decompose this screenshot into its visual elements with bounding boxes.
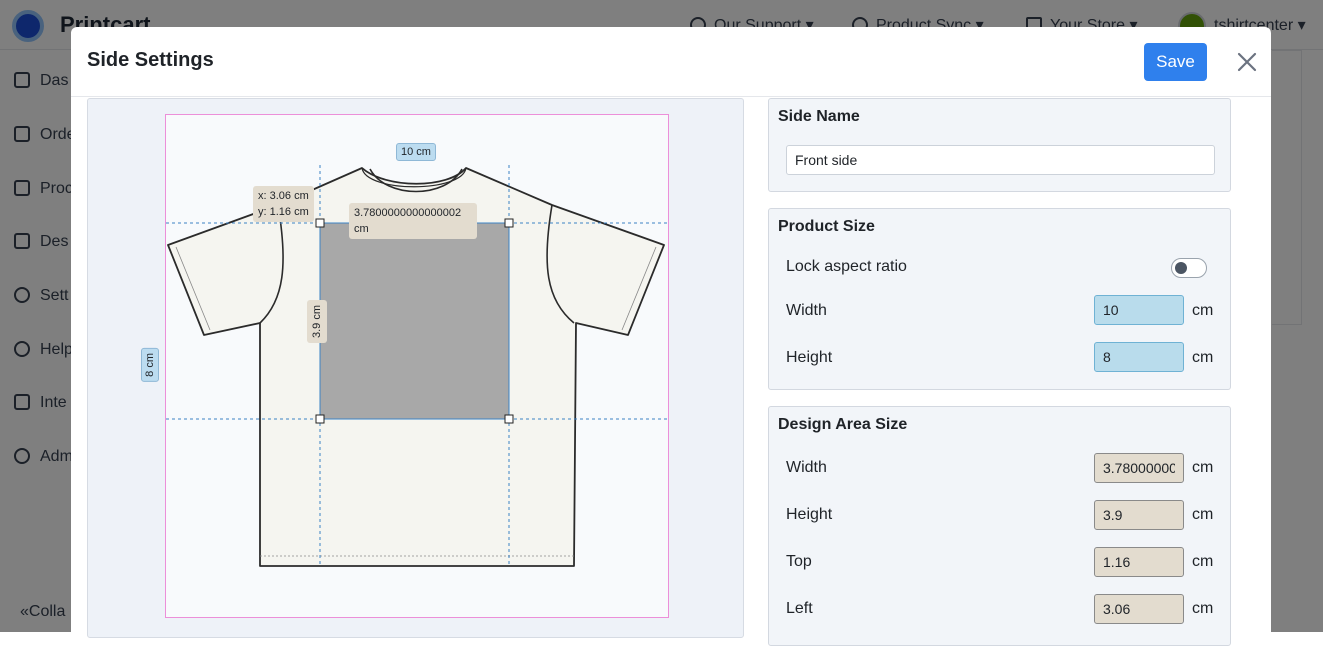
side-name-card: Side Name: [768, 98, 1231, 192]
product-stage[interactable]: 10 cm x: 3.06 cm y: 1.16 cm 3.7800000000…: [165, 114, 670, 618]
design-height-input[interactable]: [1094, 500, 1184, 530]
design-top-label: Top: [786, 553, 812, 570]
product-height-input[interactable]: [1094, 342, 1184, 372]
product-width-unit: cm: [1192, 302, 1214, 319]
product-width-tag: 10 cm: [396, 143, 436, 161]
design-left-input[interactable]: [1094, 594, 1184, 624]
design-width-tag: 3.7800000000000002 cm: [349, 203, 477, 239]
product-size-title: Product Size: [778, 218, 875, 235]
close-button[interactable]: [1234, 49, 1260, 75]
design-left-unit: cm: [1192, 600, 1214, 617]
design-width-label: Width: [786, 459, 827, 476]
design-area[interactable]: [319, 222, 510, 420]
product-size-card: Product Size Lock aspect ratio Width cm …: [768, 208, 1231, 390]
resize-handle-top-left[interactable]: [315, 218, 325, 228]
product-width-label: Width: [786, 302, 827, 319]
modal-header: Side Settings Save: [71, 27, 1271, 97]
position-y-label: y: 1.16 cm: [258, 206, 309, 218]
design-height-unit: cm: [1192, 506, 1214, 523]
resize-handle-top-right[interactable]: [504, 218, 514, 228]
design-area-card: Design Area Size Width cm Height cm Top …: [768, 406, 1231, 646]
position-x-label: x: 3.06 cm: [258, 190, 309, 202]
design-height-label: Height: [786, 506, 833, 523]
lock-aspect-ratio-toggle[interactable]: [1171, 258, 1207, 278]
design-width-unit: cm: [1192, 459, 1214, 476]
resize-handle-bottom-left[interactable]: [315, 414, 325, 424]
design-top-input[interactable]: [1094, 547, 1184, 577]
design-height-tag: 3.9 cm: [307, 300, 327, 344]
canvas-panel: 10 cm x: 3.06 cm y: 1.16 cm 3.7800000000…: [87, 98, 744, 638]
position-tag: x: 3.06 cm y: 1.16 cm: [253, 186, 314, 222]
close-icon: [1237, 52, 1257, 72]
resize-handle-bottom-right[interactable]: [504, 414, 514, 424]
side-name-title: Side Name: [778, 108, 860, 125]
product-height-unit: cm: [1192, 349, 1214, 366]
design-left-label: Left: [786, 600, 813, 617]
lock-aspect-ratio-label: Lock aspect ratio: [786, 258, 907, 275]
side-name-input[interactable]: [786, 145, 1215, 175]
modal-title: Side Settings: [87, 49, 214, 71]
toggle-knob: [1175, 262, 1187, 274]
tshirt-illustration: [166, 165, 670, 567]
product-height-tag: 8 cm: [141, 348, 159, 382]
design-width-input[interactable]: [1094, 453, 1184, 483]
design-area-title: Design Area Size: [778, 416, 908, 433]
design-top-unit: cm: [1192, 553, 1214, 570]
product-height-label: Height: [786, 349, 833, 366]
side-settings-modal: Side Settings Save 10 cm x: 3.06 cm y: 1…: [71, 27, 1271, 667]
product-width-input[interactable]: [1094, 295, 1184, 325]
save-button[interactable]: Save: [1144, 43, 1207, 81]
